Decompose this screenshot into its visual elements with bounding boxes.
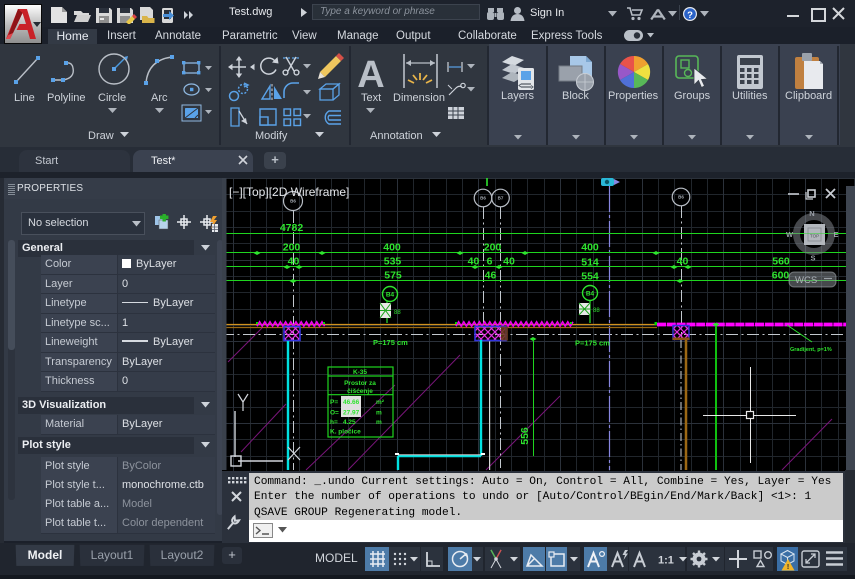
svg-text:400: 400 bbox=[581, 242, 599, 254]
svg-text:40: 40 bbox=[288, 256, 300, 268]
svg-text:514: 514 bbox=[581, 257, 599, 269]
svg-text:[−][Top][2D Wireframe]: [−][Top][2D Wireframe] bbox=[229, 185, 349, 199]
svg-text:B4: B4 bbox=[386, 292, 395, 299]
svg-text:1:1: 1:1 bbox=[658, 555, 674, 567]
svg-text:m: m bbox=[376, 410, 382, 417]
svg-text:40: 40 bbox=[677, 256, 689, 268]
svg-text:A: A bbox=[357, 54, 384, 96]
svg-text:88: 88 bbox=[394, 310, 401, 316]
svg-text:P=: P= bbox=[330, 399, 338, 406]
svg-text:W: W bbox=[786, 230, 794, 239]
svg-text:27.97: 27.97 bbox=[343, 410, 360, 417]
svg-text:560: 560 bbox=[772, 256, 790, 268]
svg-text:O=: O= bbox=[330, 410, 339, 417]
svg-text:575: 575 bbox=[384, 270, 402, 282]
svg-text:200: 200 bbox=[283, 242, 301, 254]
svg-text:!: ! bbox=[787, 564, 789, 571]
svg-text:Prostor za: Prostor za bbox=[344, 380, 376, 387]
svg-text:čišćenje: čišćenje bbox=[347, 388, 373, 395]
svg-text:WCS: WCS bbox=[795, 275, 817, 286]
svg-text:B6: B6 bbox=[480, 196, 486, 201]
svg-text:4782: 4782 bbox=[280, 222, 304, 234]
svg-text:B6: B6 bbox=[678, 195, 684, 200]
svg-text:m: m bbox=[376, 419, 382, 426]
svg-text:B4: B4 bbox=[586, 291, 595, 298]
svg-text:?: ? bbox=[687, 10, 693, 21]
svg-text:88: 88 bbox=[593, 308, 600, 314]
svg-text:600: 600 bbox=[772, 270, 790, 282]
svg-text:B7: B7 bbox=[498, 196, 504, 201]
svg-text:40: 40 bbox=[503, 256, 515, 268]
svg-text:h=: h= bbox=[330, 419, 338, 426]
svg-text:6: 6 bbox=[487, 256, 493, 268]
svg-text:556: 556 bbox=[519, 427, 531, 445]
svg-text:40: 40 bbox=[468, 256, 480, 268]
svg-text:Gradijent, p=1%: Gradijent, p=1% bbox=[790, 347, 832, 353]
svg-text:E: E bbox=[833, 230, 838, 239]
svg-text:K. pločice: K. pločice bbox=[330, 429, 361, 436]
svg-text:m²: m² bbox=[376, 399, 385, 406]
svg-text:B6: B6 bbox=[290, 199, 296, 204]
svg-text:K-35: K-35 bbox=[353, 369, 367, 376]
svg-text:200: 200 bbox=[484, 242, 502, 254]
svg-text:TOP: TOP bbox=[810, 234, 819, 239]
svg-text:554: 554 bbox=[581, 271, 599, 283]
svg-text:400: 400 bbox=[383, 242, 401, 254]
svg-text:46.66: 46.66 bbox=[343, 399, 360, 406]
svg-text:S: S bbox=[810, 254, 815, 263]
svg-text:P=175 cm: P=175 cm bbox=[575, 339, 610, 348]
svg-text:N: N bbox=[809, 209, 814, 218]
svg-text:535: 535 bbox=[384, 256, 402, 268]
svg-text:4.25: 4.25 bbox=[343, 419, 356, 426]
svg-text:P=175 cm: P=175 cm bbox=[373, 338, 408, 347]
svg-text:46: 46 bbox=[485, 270, 497, 282]
